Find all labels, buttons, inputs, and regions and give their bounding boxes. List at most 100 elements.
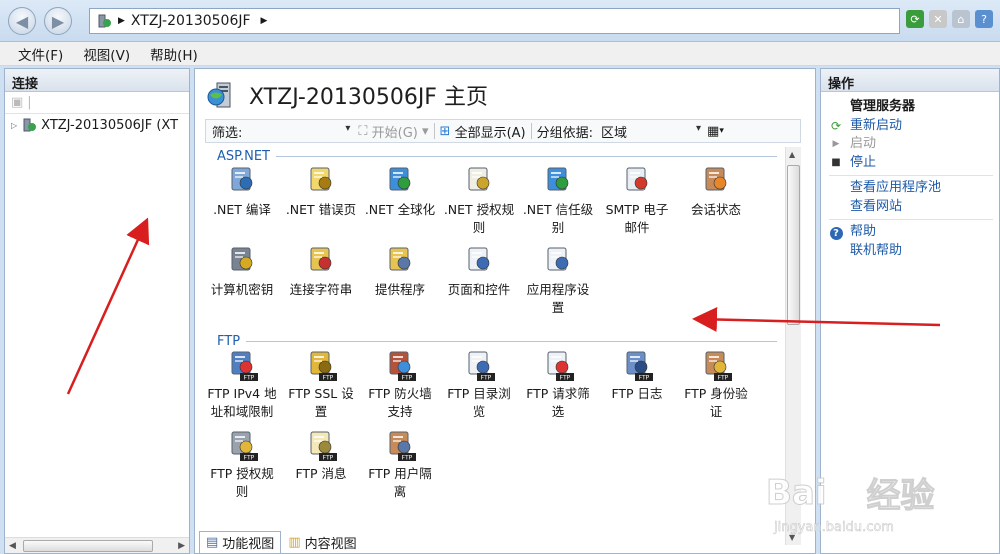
separator bbox=[433, 123, 435, 139]
feature-label: .NET 授权规 bbox=[443, 202, 515, 217]
restart-action[interactable]: ⟳ 重新启动 bbox=[829, 117, 999, 136]
view-sites-link[interactable]: 查看网站 bbox=[850, 198, 902, 217]
feature-smtp-mail[interactable]: SMTP 电子 邮件 bbox=[597, 165, 677, 237]
features-view-icon: ▤ bbox=[206, 535, 219, 550]
feature-label: .NET 全球化 bbox=[364, 202, 436, 217]
feature-ftp-ssl[interactable]: FTP FTP SSL 设置 bbox=[281, 349, 361, 421]
feature-net-globalization[interactable]: .NET 全球化 bbox=[360, 165, 440, 219]
feature-label: 应用程序设 bbox=[526, 282, 590, 297]
feature-label: FTP 防火墙 bbox=[368, 386, 432, 401]
ftp-messages-icon: FTP bbox=[281, 429, 361, 461]
stop-icon[interactable]: ✕ bbox=[929, 10, 947, 28]
group-by-select[interactable]: 区域 bbox=[599, 122, 703, 141]
feature-ftp-firewall[interactable]: FTP FTP 防火墙 支持 bbox=[360, 349, 440, 421]
filter-input[interactable] bbox=[244, 122, 352, 140]
group-header-aspnet[interactable]: ASP.NET bbox=[217, 149, 777, 164]
connections-title: 连接 bbox=[5, 69, 189, 92]
providers-icon bbox=[360, 245, 440, 277]
feature-label-line2: 览 bbox=[472, 404, 486, 419]
stop-link[interactable]: 停止 bbox=[850, 154, 876, 173]
feature-label-line2: 邮件 bbox=[624, 220, 650, 235]
divider bbox=[829, 175, 993, 176]
feature-connection-strings[interactable]: 连接字符串 bbox=[281, 245, 361, 299]
feature-net-trust[interactable]: .NET 信任级别 bbox=[518, 165, 598, 237]
svg-text:FTP: FTP bbox=[323, 455, 334, 462]
restart-link[interactable]: 重新启动 bbox=[850, 117, 902, 136]
svg-text:FTP: FTP bbox=[481, 375, 492, 382]
feature-net-authorization[interactable]: .NET 授权规则 bbox=[439, 165, 519, 237]
feature-ftp-request-filtering[interactable]: FTP FTP 请求筛选 bbox=[518, 349, 598, 421]
online-help-link[interactable]: 联机帮助 bbox=[850, 242, 902, 261]
feature-machine-key[interactable]: 计算机密钥 bbox=[205, 245, 282, 299]
address-bar[interactable]: ▶ XTZJ-20130506JF ▶ bbox=[89, 8, 900, 34]
server-icon bbox=[98, 14, 111, 28]
tree-expand-icon[interactable]: ▷ bbox=[11, 121, 17, 130]
group-header-ftp[interactable]: FTP bbox=[217, 334, 777, 349]
view-pools-action[interactable]: 查看应用程序池 bbox=[829, 179, 999, 198]
forward-button[interactable]: ▶ bbox=[44, 7, 72, 35]
page-header: XTZJ-20130506JF 主页 bbox=[207, 79, 488, 111]
watermark-url: jingyan.baidu.com bbox=[774, 520, 894, 536]
feature-net-compile[interactable]: .NET 编译 bbox=[205, 165, 282, 219]
show-all-button[interactable]: ⊞ 全部显示(A) bbox=[440, 122, 526, 141]
show-all-icon: ⊞ bbox=[439, 123, 451, 139]
start-button[interactable]: ⛶ 开始(G) ▾ bbox=[358, 122, 428, 141]
breadcrumb-chevron-icon[interactable]: ▶ bbox=[261, 16, 268, 26]
online-help-action[interactable]: 联机帮助 bbox=[829, 242, 999, 261]
feature-net-error-pages[interactable]: .NET 错误页 bbox=[281, 165, 361, 219]
menu-file[interactable]: 文件(F) bbox=[18, 44, 63, 64]
scroll-left-icon[interactable]: ◀ bbox=[9, 541, 16, 551]
tab-content-view[interactable]: ▥ 内容视图 bbox=[281, 531, 363, 553]
help-link[interactable]: 帮助 bbox=[850, 223, 876, 242]
ftp-user-isolation-icon: FTP bbox=[360, 429, 440, 461]
scroll-thumb[interactable] bbox=[23, 540, 153, 552]
start-action: ▶ 启动 bbox=[829, 135, 999, 154]
menu-view[interactable]: 视图(V) bbox=[83, 44, 130, 64]
separator bbox=[530, 123, 532, 139]
view-sites-action[interactable]: 查看网站 bbox=[829, 198, 999, 217]
stop-action[interactable]: ■ 停止 bbox=[829, 154, 999, 173]
feature-label-line2: 址和域限制 bbox=[210, 404, 274, 419]
home-icon[interactable]: ⌂ bbox=[952, 10, 970, 28]
help-icon[interactable]: ? bbox=[975, 10, 993, 28]
tree-item-server[interactable]: ▷ XTZJ-20130506JF (XT bbox=[5, 114, 189, 136]
feature-session-state[interactable]: 会话状态 bbox=[676, 165, 756, 219]
feature-ftp-messages[interactable]: FTP FTP 消息 bbox=[281, 429, 361, 483]
feature-ftp-authentication[interactable]: FTP FTP 身份验证 bbox=[676, 349, 756, 421]
feature-app-settings[interactable]: 应用程序设置 bbox=[518, 245, 598, 317]
view-mode-button[interactable]: ▦ ▾ bbox=[707, 124, 724, 139]
stop-icon: ■ bbox=[831, 156, 841, 168]
feature-ftp-authorization[interactable]: FTP FTP 授权规则 bbox=[205, 429, 282, 501]
scroll-up-icon[interactable]: ▲ bbox=[789, 150, 795, 159]
svg-text:FTP: FTP bbox=[244, 375, 255, 382]
menu-help[interactable]: 帮助(H) bbox=[150, 44, 198, 64]
ftp-firewall-icon: FTP bbox=[360, 349, 440, 381]
feature-ftp-ipv4[interactable]: FTP FTP IPv4 地址和域限制 bbox=[205, 349, 282, 421]
horizontal-scrollbar[interactable]: ◀ ▶ bbox=[5, 537, 189, 553]
connection-strings-icon bbox=[281, 245, 361, 277]
feature-providers[interactable]: 提供程序 bbox=[360, 245, 440, 299]
scroll-thumb[interactable] bbox=[787, 165, 800, 325]
feature-label-line2: 证 bbox=[709, 404, 723, 419]
tab-features-view[interactable]: ▤ 功能视图 bbox=[199, 531, 282, 553]
feature-label-line2: 支持 bbox=[387, 404, 413, 419]
help-action[interactable]: ? 帮助 bbox=[829, 223, 999, 242]
tree-item-label: XTZJ-20130506JF (XT bbox=[41, 117, 179, 133]
back-button[interactable]: ◀ bbox=[8, 7, 36, 35]
feature-label: FTP 请求筛 bbox=[526, 386, 590, 401]
feature-ftp-logging[interactable]: FTP FTP 日志 bbox=[597, 349, 677, 403]
feature-ftp-directory-browsing[interactable]: FTP FTP 目录浏览 bbox=[439, 349, 519, 421]
refresh-icon[interactable]: ⟳ bbox=[906, 10, 924, 28]
feature-label-line2: 则 bbox=[472, 220, 486, 235]
connections-toolbar: ▣ | bbox=[5, 92, 189, 114]
view-app-pools-link[interactable]: 查看应用程序池 bbox=[850, 179, 941, 198]
add-connection-icon[interactable]: ▣ bbox=[11, 95, 23, 110]
feature-ftp-user-isolation[interactable]: FTP FTP 用户隔离 bbox=[360, 429, 440, 501]
features-panel: XTZJ-20130506JF 主页 筛选: ⛶ 开始(G) ▾ ⊞ 全部显示(… bbox=[194, 68, 816, 554]
breadcrumb-server[interactable]: XTZJ-20130506JF bbox=[131, 13, 251, 29]
scroll-right-icon[interactable]: ▶ bbox=[178, 541, 185, 551]
svg-text:FTP: FTP bbox=[560, 375, 571, 382]
net-authorization-icon bbox=[439, 165, 519, 197]
feature-pages-controls[interactable]: 页面和控件 bbox=[439, 245, 519, 299]
breadcrumb-separator-icon: ▶ bbox=[118, 16, 125, 26]
